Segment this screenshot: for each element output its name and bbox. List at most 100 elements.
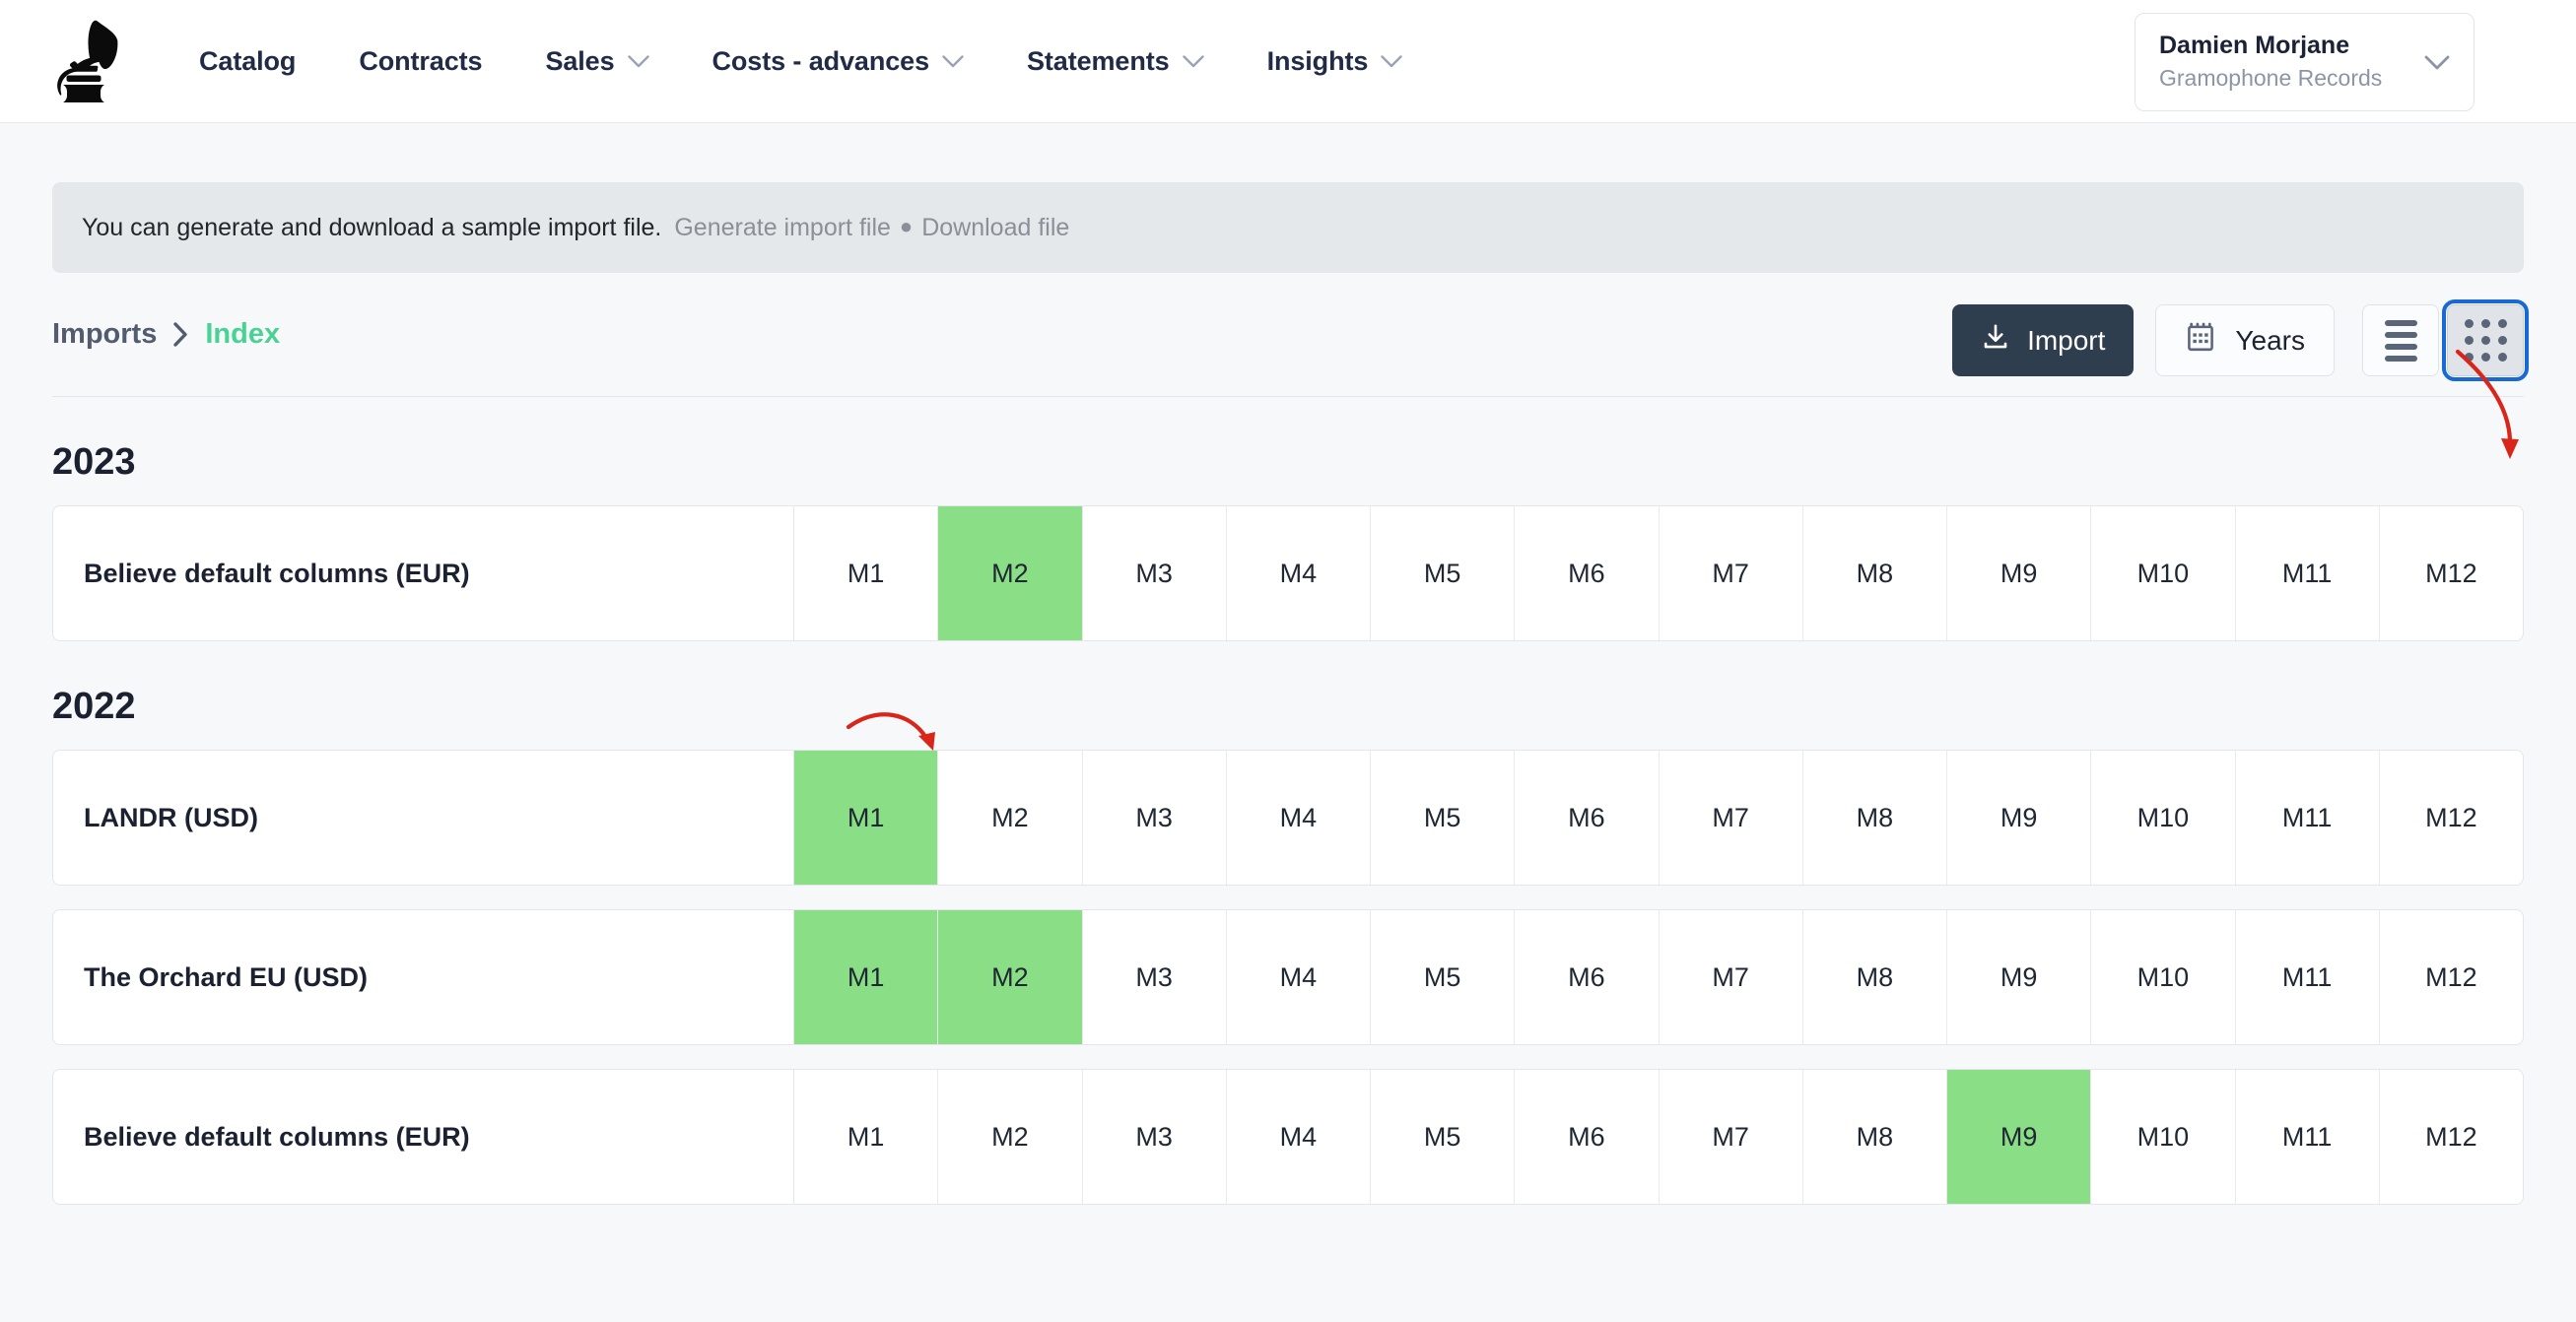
month-cell-m12[interactable]: M12	[2380, 506, 2523, 640]
nav-item-statements[interactable]: Statements	[995, 46, 1236, 77]
month-cell-m1[interactable]: M1	[794, 506, 939, 640]
user-info: Damien Morjane Gramophone Records	[2159, 31, 2414, 93]
chevron-right-icon	[173, 322, 188, 347]
month-cell-m8[interactable]: M8	[1803, 910, 1947, 1044]
month-cell-m3[interactable]: M3	[1083, 506, 1227, 640]
import-row-label: LANDR (USD)	[53, 751, 794, 885]
month-cell-m2[interactable]: M2	[938, 910, 1083, 1044]
month-cell-m6[interactable]: M6	[1515, 910, 1660, 1044]
month-cell-m3[interactable]: M3	[1083, 751, 1227, 885]
nav-item-label: Sales	[545, 45, 615, 76]
years-filter-button[interactable]: Years	[2155, 304, 2335, 376]
month-cell-m11[interactable]: M11	[2236, 751, 2380, 885]
month-cell-m1[interactable]: M1	[794, 751, 939, 885]
month-cell-m2[interactable]: M2	[938, 751, 1083, 885]
year-heading: 2022	[52, 686, 136, 727]
breadcrumb-item-imports[interactable]: Imports	[52, 318, 157, 351]
import-row-label: Believe default columns (EUR)	[53, 506, 794, 640]
month-cell-m6[interactable]: M6	[1515, 1070, 1660, 1204]
nav-item-contracts[interactable]: Contracts	[327, 46, 513, 77]
nav-item-label: Catalog	[199, 45, 297, 76]
month-cell-m1[interactable]: M1	[794, 910, 939, 1044]
banner-separator: ●	[899, 213, 914, 238]
grid-view-icon	[2464, 319, 2507, 362]
chevron-down-icon	[942, 54, 964, 68]
month-cell-m7[interactable]: M7	[1660, 1070, 1803, 1204]
nav-item-label: Contracts	[359, 45, 483, 76]
main-nav-items: Catalog Contracts Sales Costs - advances…	[168, 46, 1434, 77]
month-cell-m7[interactable]: M7	[1660, 506, 1803, 640]
month-cell-m7[interactable]: M7	[1660, 910, 1803, 1044]
month-cell-m4[interactable]: M4	[1227, 506, 1371, 640]
month-cell-m8[interactable]: M8	[1803, 751, 1947, 885]
month-cells: M1 M2 M3 M4 M5 M6 M7 M8 M9 M10 M11 M12	[794, 910, 2523, 1044]
chevron-down-icon	[1381, 54, 1402, 68]
year-heading: 2023	[52, 441, 136, 483]
page-content: You can generate and download a sample i…	[0, 182, 2576, 1205]
sample-import-banner: You can generate and download a sample i…	[52, 182, 2524, 273]
month-cell-m1[interactable]: M1	[794, 1070, 939, 1204]
download-icon	[1981, 322, 2010, 359]
month-cell-m11[interactable]: M11	[2236, 1070, 2380, 1204]
app-logo[interactable]	[0, 19, 168, 103]
grid-view-button[interactable]	[2442, 299, 2529, 381]
month-cell-m5[interactable]: M5	[1371, 506, 1516, 640]
month-cell-m10[interactable]: M10	[2091, 751, 2236, 885]
month-cell-m9[interactable]: M9	[1947, 910, 2092, 1044]
month-cell-m4[interactable]: M4	[1227, 751, 1371, 885]
toolbar-actions: Import Years	[1952, 299, 2529, 381]
month-cell-m5[interactable]: M5	[1371, 910, 1516, 1044]
month-cell-m10[interactable]: M10	[2091, 506, 2236, 640]
import-row-label: The Orchard EU (USD)	[53, 910, 794, 1044]
month-cell-m12[interactable]: M12	[2380, 751, 2523, 885]
user-name: Damien Morjane	[2159, 32, 2350, 60]
chevron-down-icon	[2424, 55, 2450, 70]
import-row[interactable]: Believe default columns (EUR) M1 M2 M3 M…	[52, 505, 2524, 641]
import-row-label: Believe default columns (EUR)	[53, 1070, 794, 1204]
years-button-label: Years	[2235, 324, 2305, 356]
nav-item-catalog[interactable]: Catalog	[168, 46, 327, 77]
month-cell-m10[interactable]: M10	[2091, 910, 2236, 1044]
banner-message: You can generate and download a sample i…	[82, 213, 662, 241]
month-cell-m2[interactable]: M2	[938, 1070, 1083, 1204]
import-row[interactable]: The Orchard EU (USD) M1 M2 M3 M4 M5 M6 M…	[52, 909, 2524, 1045]
import-button-label: Import	[2027, 324, 2106, 356]
month-cell-m9[interactable]: M9	[1947, 506, 2092, 640]
nav-item-costs-advances[interactable]: Costs - advances	[681, 46, 996, 77]
month-cells: M1 M2 M3 M4 M5 M6 M7 M8 M9 M10 M11 M12	[794, 1070, 2523, 1204]
month-cell-m4[interactable]: M4	[1227, 910, 1371, 1044]
month-cell-m11[interactable]: M11	[2236, 910, 2380, 1044]
list-view-icon	[2384, 319, 2417, 362]
user-account-dropdown[interactable]: Damien Morjane Gramophone Records	[2135, 13, 2474, 111]
month-cell-m12[interactable]: M12	[2380, 1070, 2523, 1204]
toolbar-row: Imports Index Import Years	[52, 273, 2529, 397]
month-cells: M1 M2 M3 M4 M5 M6 M7 M8 M9 M10 M11 M12	[794, 751, 2523, 885]
generate-import-file-link[interactable]: Generate import file	[674, 214, 891, 241]
import-row[interactable]: Believe default columns (EUR) M1 M2 M3 M…	[52, 1069, 2524, 1205]
month-cell-m8[interactable]: M8	[1803, 506, 1947, 640]
month-cell-m10[interactable]: M10	[2091, 1070, 2236, 1204]
list-view-button[interactable]	[2362, 304, 2439, 376]
month-cell-m6[interactable]: M6	[1515, 506, 1660, 640]
month-cell-m4[interactable]: M4	[1227, 1070, 1371, 1204]
month-cell-m8[interactable]: M8	[1803, 1070, 1947, 1204]
month-cell-m12[interactable]: M12	[2380, 910, 2523, 1044]
month-cell-m7[interactable]: M7	[1660, 751, 1803, 885]
month-cell-m5[interactable]: M5	[1371, 751, 1516, 885]
month-cell-m9[interactable]: M9	[1947, 751, 2092, 885]
month-cell-m2[interactable]: M2	[938, 506, 1083, 640]
download-file-link[interactable]: Download file	[921, 214, 1069, 241]
nav-item-insights[interactable]: Insights	[1236, 46, 1435, 77]
import-button[interactable]: Import	[1952, 304, 2135, 376]
month-cell-m3[interactable]: M3	[1083, 910, 1227, 1044]
breadcrumb-item-index[interactable]: Index	[205, 318, 280, 351]
month-cell-m5[interactable]: M5	[1371, 1070, 1516, 1204]
month-cell-m6[interactable]: M6	[1515, 751, 1660, 885]
month-cell-m11[interactable]: M11	[2236, 506, 2380, 640]
month-cell-m3[interactable]: M3	[1083, 1070, 1227, 1204]
month-cell-m9[interactable]: M9	[1947, 1070, 2092, 1204]
nav-item-label: Insights	[1266, 45, 1369, 76]
import-row[interactable]: LANDR (USD) M1 M2 M3 M4 M5 M6 M7 M8 M9 M…	[52, 750, 2524, 886]
year-section-2023: 2023 Believe default columns (EUR) M1 M2…	[52, 441, 2524, 641]
nav-item-sales[interactable]: Sales	[513, 46, 680, 77]
